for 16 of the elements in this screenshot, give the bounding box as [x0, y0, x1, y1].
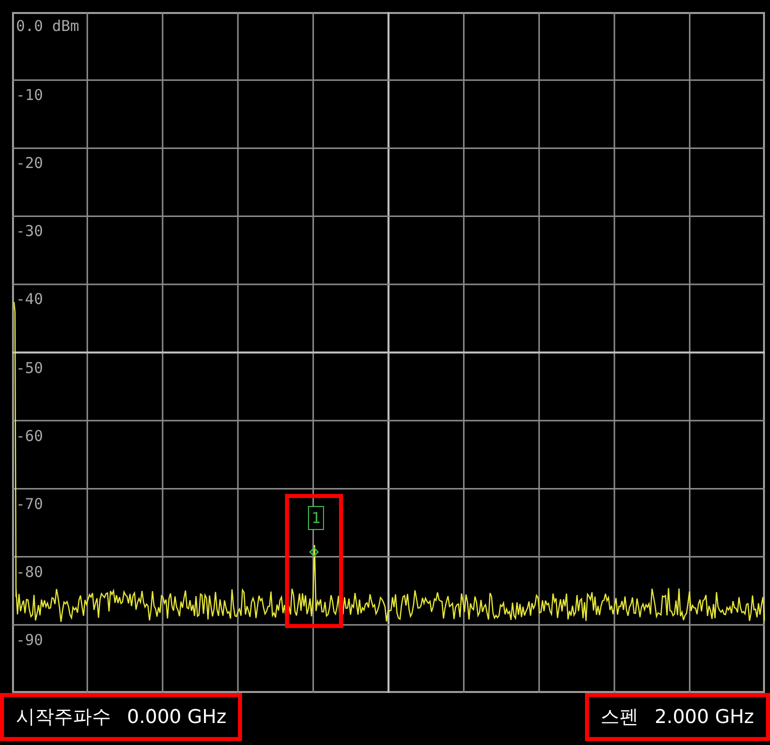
- axis-label: -80: [16, 562, 44, 581]
- axis-label: -40: [16, 290, 44, 308]
- axis-label: -10: [16, 86, 44, 104]
- reference-level-label: 0.0 dBm: [16, 17, 80, 35]
- start-frequency-value: 0.000 GHz: [127, 706, 226, 728]
- axis-label: -90: [16, 630, 44, 649]
- start-frequency-label: 시작주파수: [16, 705, 111, 730]
- axis-label: -60: [16, 426, 44, 445]
- span-value: 2.000 GHz: [654, 706, 754, 728]
- axis-label: -70: [16, 494, 44, 513]
- marker-diamond-icon: [309, 547, 319, 557]
- axis-label: -50: [16, 358, 44, 376]
- marker-label: 1: [308, 506, 324, 530]
- axis-label: -30: [16, 222, 44, 240]
- axis-label: -20: [16, 154, 44, 172]
- span-label: 스펜: [600, 705, 639, 730]
